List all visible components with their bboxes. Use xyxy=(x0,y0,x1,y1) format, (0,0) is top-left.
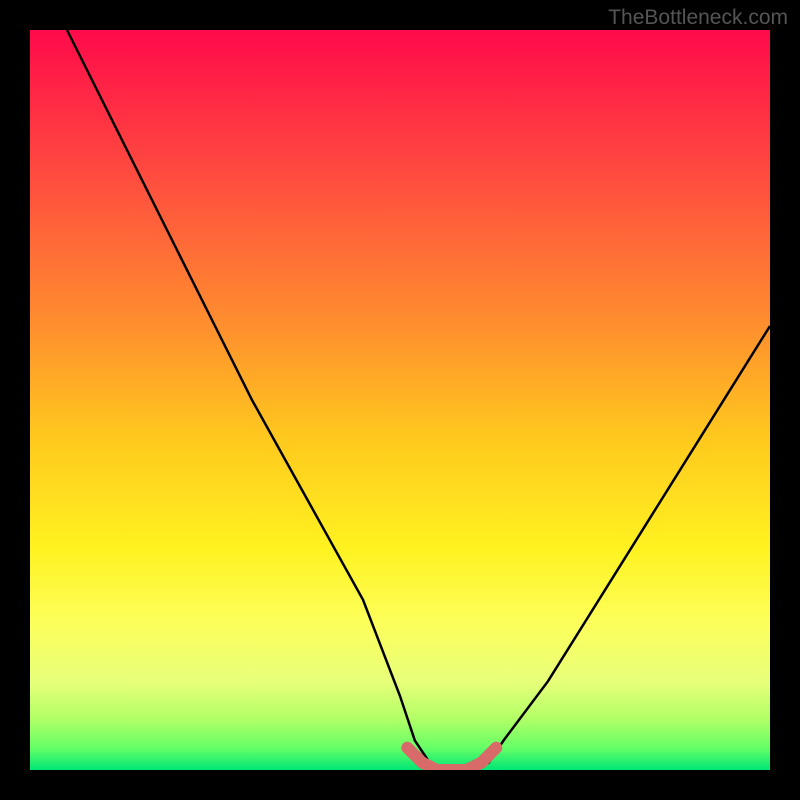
highlight-start-dot xyxy=(401,742,413,754)
highlight-end-dot xyxy=(490,742,502,754)
bottleneck-chart xyxy=(0,0,800,800)
plot-background xyxy=(30,30,770,770)
watermark-text: TheBottleneck.com xyxy=(608,6,788,30)
chart-container: TheBottleneck.com xyxy=(0,0,800,800)
